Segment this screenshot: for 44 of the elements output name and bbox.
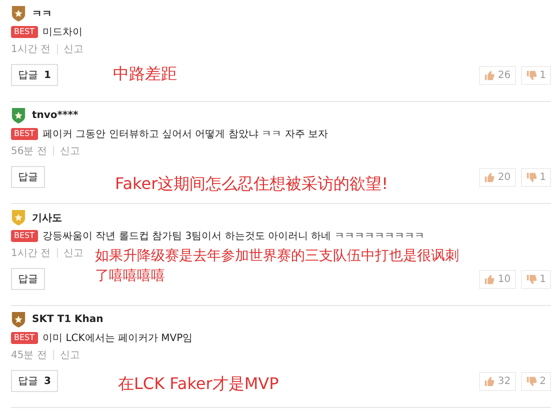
best-badge: BEST [11, 332, 38, 344]
reply-button[interactable]: 답글 [11, 166, 45, 188]
annotation-text: Faker这期间怎么忍住想被采访的欲望! [115, 174, 388, 194]
author-name: tnvo**** [32, 110, 78, 121]
dislike-button[interactable]: 1 [520, 66, 551, 84]
timestamp: 1시간 전 [11, 43, 51, 56]
thumbs-down-icon [526, 70, 537, 80]
report-link[interactable]: 신고 [60, 144, 80, 158]
thumbs-up-icon [484, 274, 495, 284]
dislike-button[interactable]: 1 [520, 168, 551, 186]
timestamp: 1시간 전 [11, 247, 51, 260]
author-name: ㅋㅋ [32, 8, 52, 20]
reply-button[interactable]: 답글 1 [11, 64, 58, 86]
best-badge: BEST [11, 128, 38, 140]
timestamp: 45분 전 [11, 349, 47, 362]
like-button[interactable]: 20 [478, 168, 516, 186]
like-button[interactable]: 32 [478, 372, 516, 390]
report-link[interactable]: 신고 [64, 246, 84, 260]
reply-button[interactable]: 답글 3 [11, 370, 58, 392]
best-badge: BEST [11, 26, 38, 38]
comment-text: 페이커 그동안 인터뷰하고 싶어서 어떻게 참았냐 ㅋㅋ 자주 보자 [42, 128, 328, 141]
thumbs-up-icon [484, 376, 495, 386]
thumbs-down-icon [526, 172, 537, 182]
author-name: SKT T1 Khan [32, 314, 104, 325]
thumbs-up-icon [484, 172, 495, 182]
like-button[interactable]: 10 [478, 270, 516, 288]
like-button[interactable]: 26 [478, 66, 516, 84]
dislike-button[interactable]: 2 [520, 372, 551, 390]
thumbs-down-icon [526, 376, 537, 386]
thumbs-down-icon [526, 274, 537, 284]
author-name: 기사도 [32, 212, 62, 224]
comment-text: 미드차이 [42, 26, 83, 39]
timestamp: 56분 전 [11, 145, 47, 158]
report-link[interactable]: 신고 [64, 42, 84, 56]
comment-text: 이미 LCK에서는 페이커가 MVP임 [42, 332, 193, 345]
annotation-text: 中路差距 [113, 64, 177, 84]
dislike-button[interactable]: 1 [520, 270, 551, 288]
annotation-text: 如果升降级赛是去年参加世界赛的三支队伍中打也是很讽刺了嘻嘻嘻嘻 [95, 247, 460, 286]
best-badge: BEST [11, 230, 38, 242]
comment-text: 강등싸움이 작년 롤드컵 참가팀 3팀이서 하는것도 아이러니 하네 ㅋㅋㅋㅋㅋㅋㅋㅋㅋ [42, 230, 424, 243]
thumbs-up-icon [484, 70, 495, 80]
report-link[interactable]: 신고 [60, 348, 80, 362]
annotation-text: 在LCK Faker才是MVP [118, 374, 279, 394]
reply-button[interactable]: 답글 [11, 268, 45, 290]
